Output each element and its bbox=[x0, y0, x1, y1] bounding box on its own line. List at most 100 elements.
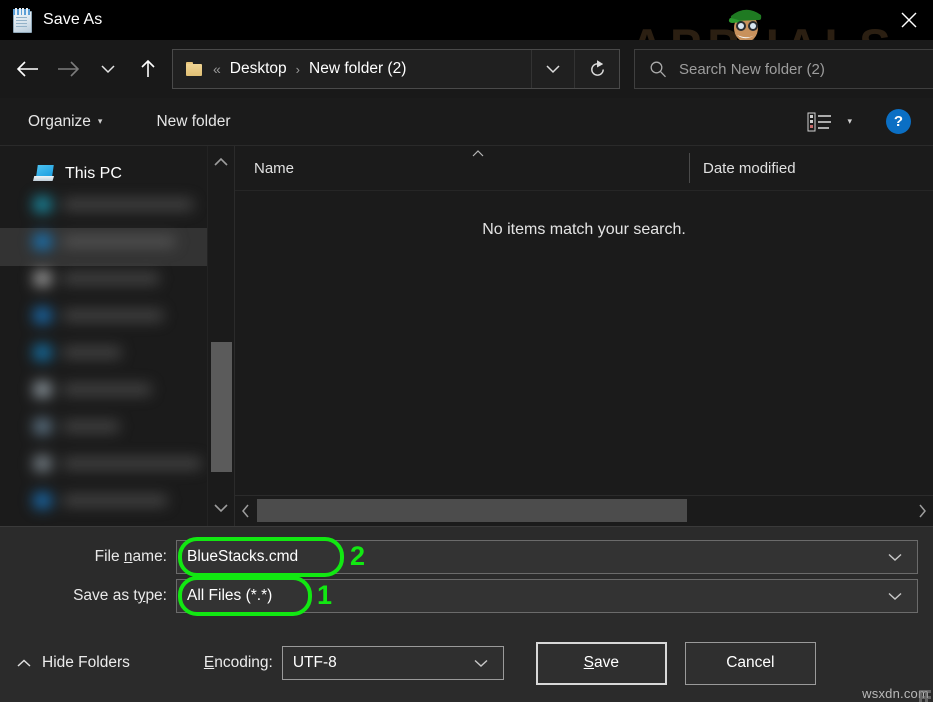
chevron-down-icon: ▾ bbox=[97, 116, 103, 126]
cancel-label: Cancel bbox=[726, 654, 775, 671]
list-item[interactable] bbox=[0, 223, 207, 260]
address-bar[interactable]: « Desktop › New folder (2) bbox=[172, 49, 620, 89]
encoding-label: Encoding: bbox=[203, 654, 273, 671]
sidebar-item-label bbox=[63, 421, 119, 432]
list-item[interactable] bbox=[0, 482, 207, 519]
save-as-type-label: Save as type: bbox=[73, 587, 167, 604]
list-item[interactable] bbox=[0, 334, 207, 371]
close-icon bbox=[901, 12, 917, 28]
up-button[interactable] bbox=[128, 49, 168, 89]
sidebar-item-label bbox=[63, 347, 121, 358]
refresh-icon bbox=[590, 59, 604, 76]
hide-folders-button[interactable]: Hide Folders bbox=[16, 654, 130, 672]
item-icon bbox=[34, 197, 51, 212]
item-icon bbox=[34, 308, 51, 323]
chevron-up-icon bbox=[214, 157, 228, 166]
back-button[interactable] bbox=[8, 49, 48, 89]
action-bar: Hide Folders Encoding: UTF-8 Save Cancel… bbox=[0, 624, 933, 702]
sidebar-item-label bbox=[63, 236, 175, 247]
scroll-right-button[interactable] bbox=[911, 496, 933, 526]
save-as-type-row: Save as type: All Files (*.*) 1 bbox=[0, 576, 933, 616]
file-name-input[interactable]: BlueStacks.cmd bbox=[176, 540, 918, 574]
chevron-up-icon bbox=[16, 658, 32, 669]
refresh-button[interactable] bbox=[574, 50, 619, 88]
help-button[interactable]: ? bbox=[886, 109, 911, 134]
list-item[interactable] bbox=[0, 297, 207, 334]
this-pc-icon bbox=[33, 165, 55, 183]
breadcrumb-overflow[interactable]: « bbox=[213, 61, 221, 77]
navigation-pane: This PC bbox=[0, 146, 207, 526]
save-as-type-value: All Files (*.*) bbox=[187, 587, 273, 604]
scrollbar-thumb[interactable] bbox=[211, 342, 232, 472]
file-list-horizontal-scrollbar[interactable] bbox=[235, 495, 933, 526]
chevron-left-icon bbox=[242, 504, 249, 518]
scroll-left-button[interactable] bbox=[235, 496, 257, 526]
column-header-name[interactable]: Name bbox=[235, 146, 690, 190]
list-item[interactable] bbox=[0, 408, 207, 445]
title-bar: Save As APPUALS bbox=[0, 0, 933, 72]
organize-label: Organize bbox=[28, 112, 91, 130]
item-icon bbox=[34, 419, 51, 434]
chevron-down-icon bbox=[546, 65, 560, 74]
sidebar-items-list bbox=[0, 186, 207, 526]
notepad-icon bbox=[11, 8, 33, 33]
column-header-label: Name bbox=[254, 159, 295, 177]
view-options-chevron-down-icon[interactable]: ▾ bbox=[847, 116, 852, 127]
help-label: ? bbox=[893, 113, 904, 130]
chevron-down-icon[interactable] bbox=[473, 658, 489, 669]
file-list-pane: Name Date modified No items match your s… bbox=[234, 146, 933, 526]
sidebar-item-label bbox=[63, 384, 151, 395]
back-arrow-icon bbox=[16, 61, 38, 77]
sidebar-item-label: This PC bbox=[65, 165, 122, 182]
item-icon bbox=[34, 456, 51, 471]
forward-button[interactable] bbox=[48, 49, 88, 89]
new-folder-label: New folder bbox=[156, 112, 231, 130]
scroll-up-button[interactable] bbox=[208, 150, 234, 174]
sort-ascending-caret-icon bbox=[471, 149, 485, 161]
sidebar-item-label bbox=[63, 458, 201, 469]
command-bar: Organize ▾ New folder ▾ ? bbox=[0, 98, 933, 146]
sidebar-item-label bbox=[63, 273, 159, 284]
address-dropdown-button[interactable] bbox=[531, 50, 574, 88]
chevron-down-icon[interactable] bbox=[887, 591, 903, 602]
list-item[interactable] bbox=[0, 371, 207, 408]
search-icon bbox=[649, 60, 667, 78]
forward-arrow-icon bbox=[58, 61, 80, 77]
item-icon bbox=[34, 493, 51, 508]
window-title: Save As bbox=[43, 11, 103, 28]
new-folder-button[interactable]: New folder bbox=[152, 98, 234, 145]
column-header-label: Date modified bbox=[703, 159, 796, 177]
list-item[interactable] bbox=[0, 260, 207, 297]
scroll-down-button[interactable] bbox=[208, 496, 234, 520]
empty-state-message: No items match your search. bbox=[482, 221, 686, 238]
list-item[interactable] bbox=[0, 186, 207, 223]
view-list-icon[interactable] bbox=[807, 111, 833, 133]
organize-button[interactable]: Organize ▾ bbox=[24, 98, 106, 145]
sidebar-item-label bbox=[63, 199, 193, 210]
search-box[interactable]: Search New folder (2) bbox=[634, 49, 933, 89]
encoding-select[interactable]: UTF-8 bbox=[281, 646, 504, 680]
up-arrow-icon bbox=[141, 59, 155, 77]
chevron-right-icon bbox=[919, 504, 926, 518]
column-header-date-modified[interactable]: Date modified bbox=[690, 160, 796, 177]
folder-icon bbox=[186, 62, 203, 76]
column-headers: Name Date modified bbox=[235, 146, 933, 191]
navigation-bar: « Desktop › New folder (2) Search New fo… bbox=[0, 40, 933, 98]
close-button[interactable] bbox=[885, 0, 933, 40]
column-divider[interactable] bbox=[689, 153, 690, 183]
scrollbar-thumb[interactable] bbox=[257, 499, 687, 522]
chevron-down-icon bbox=[101, 65, 115, 74]
save-as-type-select[interactable]: All Files (*.*) bbox=[176, 579, 918, 613]
recent-locations-button[interactable] bbox=[88, 49, 128, 89]
breadcrumb-desktop[interactable]: Desktop bbox=[230, 60, 287, 78]
save-button[interactable]: Save bbox=[535, 641, 667, 685]
sidebar-scrollbar[interactable] bbox=[207, 146, 234, 526]
breadcrumb-new-folder-2[interactable]: New folder (2) bbox=[309, 60, 406, 78]
file-name-label: File name: bbox=[94, 548, 167, 565]
cancel-button[interactable]: Cancel bbox=[684, 641, 816, 685]
list-item[interactable] bbox=[0, 445, 207, 482]
item-icon bbox=[34, 345, 51, 360]
item-icon bbox=[34, 382, 51, 397]
chevron-down-icon[interactable] bbox=[887, 552, 903, 563]
encoding-value: UTF-8 bbox=[292, 654, 337, 671]
